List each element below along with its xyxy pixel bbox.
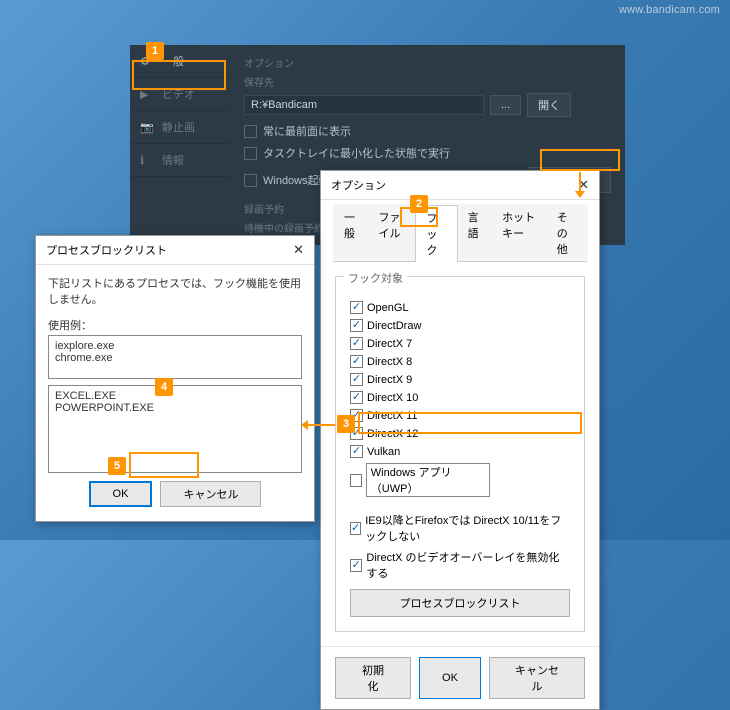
label-dx7: DirectX 7 <box>367 338 412 350</box>
label-minimize: タスクトレイに最小化した状態で実行 <box>263 145 450 161</box>
sidebar-item-label: ビデオ <box>162 86 195 102</box>
label-directdraw: DirectDraw <box>367 320 421 332</box>
section-option-label: オプション <box>244 55 611 70</box>
options-cancel-button[interactable]: キャンセル <box>489 657 585 699</box>
tab-file[interactable]: ファイル <box>367 204 416 261</box>
sidebar-item-video[interactable]: ▶ ビデオ <box>130 78 230 111</box>
watermark: www.bandicam.com <box>619 4 720 16</box>
label-dx9: DirectX 9 <box>367 374 412 386</box>
label-dx12: DirectX 12 <box>367 428 418 440</box>
checkbox-dx8[interactable]: ✓ <box>350 355 363 368</box>
checkbox-ie-ff[interactable]: ✓ <box>350 522 361 535</box>
blocklist-input[interactable]: EXCEL.EXE POWERPOINT.EXE <box>48 385 302 473</box>
label-overlay: DirectX のビデオオーバーレイを無効化する <box>366 549 570 581</box>
tab-hotkey[interactable]: ホットキー <box>491 204 547 261</box>
options-tabs: 一般 ファイル フック 言語 ホットキー その他 <box>333 204 587 262</box>
checkbox-dx9[interactable]: ✓ <box>350 373 363 386</box>
open-folder-button[interactable]: 開く <box>527 93 571 117</box>
checkbox-directdraw[interactable]: ✓ <box>350 319 363 332</box>
info-icon: ℹ <box>140 154 154 167</box>
options-dialog-title: オプション <box>331 177 386 193</box>
process-blocklist-button[interactable]: プロセスブロックリスト <box>350 589 570 617</box>
callout-2: 2 <box>410 195 428 213</box>
sidebar-item-image[interactable]: 📷 静止画 <box>130 111 230 144</box>
camera-icon: 📷 <box>140 121 154 134</box>
arrow-to-blocklist-dialog <box>307 424 335 426</box>
example-box: iexplore.exe chrome.exe <box>48 335 302 379</box>
blocklist-description: 下記リストにあるプロセスでは、フック機能を使用しません。 <box>48 275 302 307</box>
sidebar-item-label: 一般 <box>162 53 184 69</box>
blocklist-dialog: プロセスブロックリスト ✕ 下記リストにあるプロセスでは、フック機能を使用しませ… <box>35 235 315 522</box>
blocklist-dialog-title: プロセスブロックリスト <box>46 242 167 258</box>
arrow-to-options <box>579 172 581 192</box>
group-title-hook-targets: フック対象 <box>344 270 407 286</box>
sidebar-item-label: 情報 <box>162 152 184 168</box>
tab-general[interactable]: 一般 <box>333 204 368 261</box>
label-uwp: Windows アプリ（UWP） <box>366 463 490 497</box>
sidebar-item-label: 静止画 <box>162 119 195 135</box>
checkbox-overlay[interactable]: ✓ <box>350 559 362 572</box>
checkbox-uwp[interactable] <box>350 474 362 487</box>
checkbox-dx7[interactable]: ✓ <box>350 337 363 350</box>
sidebar-item-general[interactable]: ⚙ 一般 <box>130 45 230 78</box>
label-opengl: OpenGL <box>367 302 409 314</box>
label-dx10: DirectX 10 <box>367 392 418 404</box>
blocklist-ok-button[interactable]: OK <box>89 481 153 507</box>
options-ok-button[interactable]: OK <box>419 657 481 699</box>
label-ie-ff: IE9以降とFirefoxでは DirectX 10/11をフックしない <box>365 512 570 544</box>
browse-button[interactable]: ... <box>490 95 521 115</box>
save-path-input[interactable] <box>244 95 484 115</box>
checkbox-topmost[interactable] <box>244 125 257 138</box>
blocklist-cancel-button[interactable]: キャンセル <box>160 481 261 507</box>
label-topmost: 常に最前面に表示 <box>263 123 351 139</box>
callout-4: 4 <box>155 378 173 396</box>
example-label: 使用例： <box>48 317 302 333</box>
tab-other[interactable]: その他 <box>546 204 588 261</box>
checkbox-minimize[interactable] <box>244 147 257 160</box>
hook-target-group: フック対象 ✓OpenGL ✓DirectDraw ✓DirectX 7 ✓Di… <box>335 276 585 632</box>
callout-1: 1 <box>146 42 164 60</box>
label-dx11: DirectX 11 <box>367 410 418 422</box>
checkbox-startup[interactable] <box>244 174 257 187</box>
checkbox-dx10[interactable]: ✓ <box>350 391 363 404</box>
label-vulkan: Vulkan <box>367 446 400 458</box>
callout-5: 5 <box>108 457 126 475</box>
label-dx8: DirectX 8 <box>367 356 412 368</box>
section-save-label: 保存先 <box>244 74 611 89</box>
reset-button[interactable]: 初期化 <box>335 657 411 699</box>
checkbox-opengl[interactable]: ✓ <box>350 301 363 314</box>
sidebar: ⚙ 一般 ▶ ビデオ 📷 静止画 ℹ 情報 <box>130 45 230 245</box>
video-icon: ▶ <box>140 88 154 101</box>
options-dialog: オプション ✕ 一般 ファイル フック 言語 ホットキー その他 フック対象 ✓… <box>320 170 600 710</box>
sidebar-item-info[interactable]: ℹ 情報 <box>130 144 230 177</box>
checkbox-vulkan[interactable]: ✓ <box>350 445 363 458</box>
callout-3: 3 <box>337 415 355 433</box>
tab-language[interactable]: 言語 <box>457 204 492 261</box>
tab-hook[interactable]: フック <box>415 205 457 262</box>
close-icon[interactable]: ✕ <box>293 242 304 258</box>
